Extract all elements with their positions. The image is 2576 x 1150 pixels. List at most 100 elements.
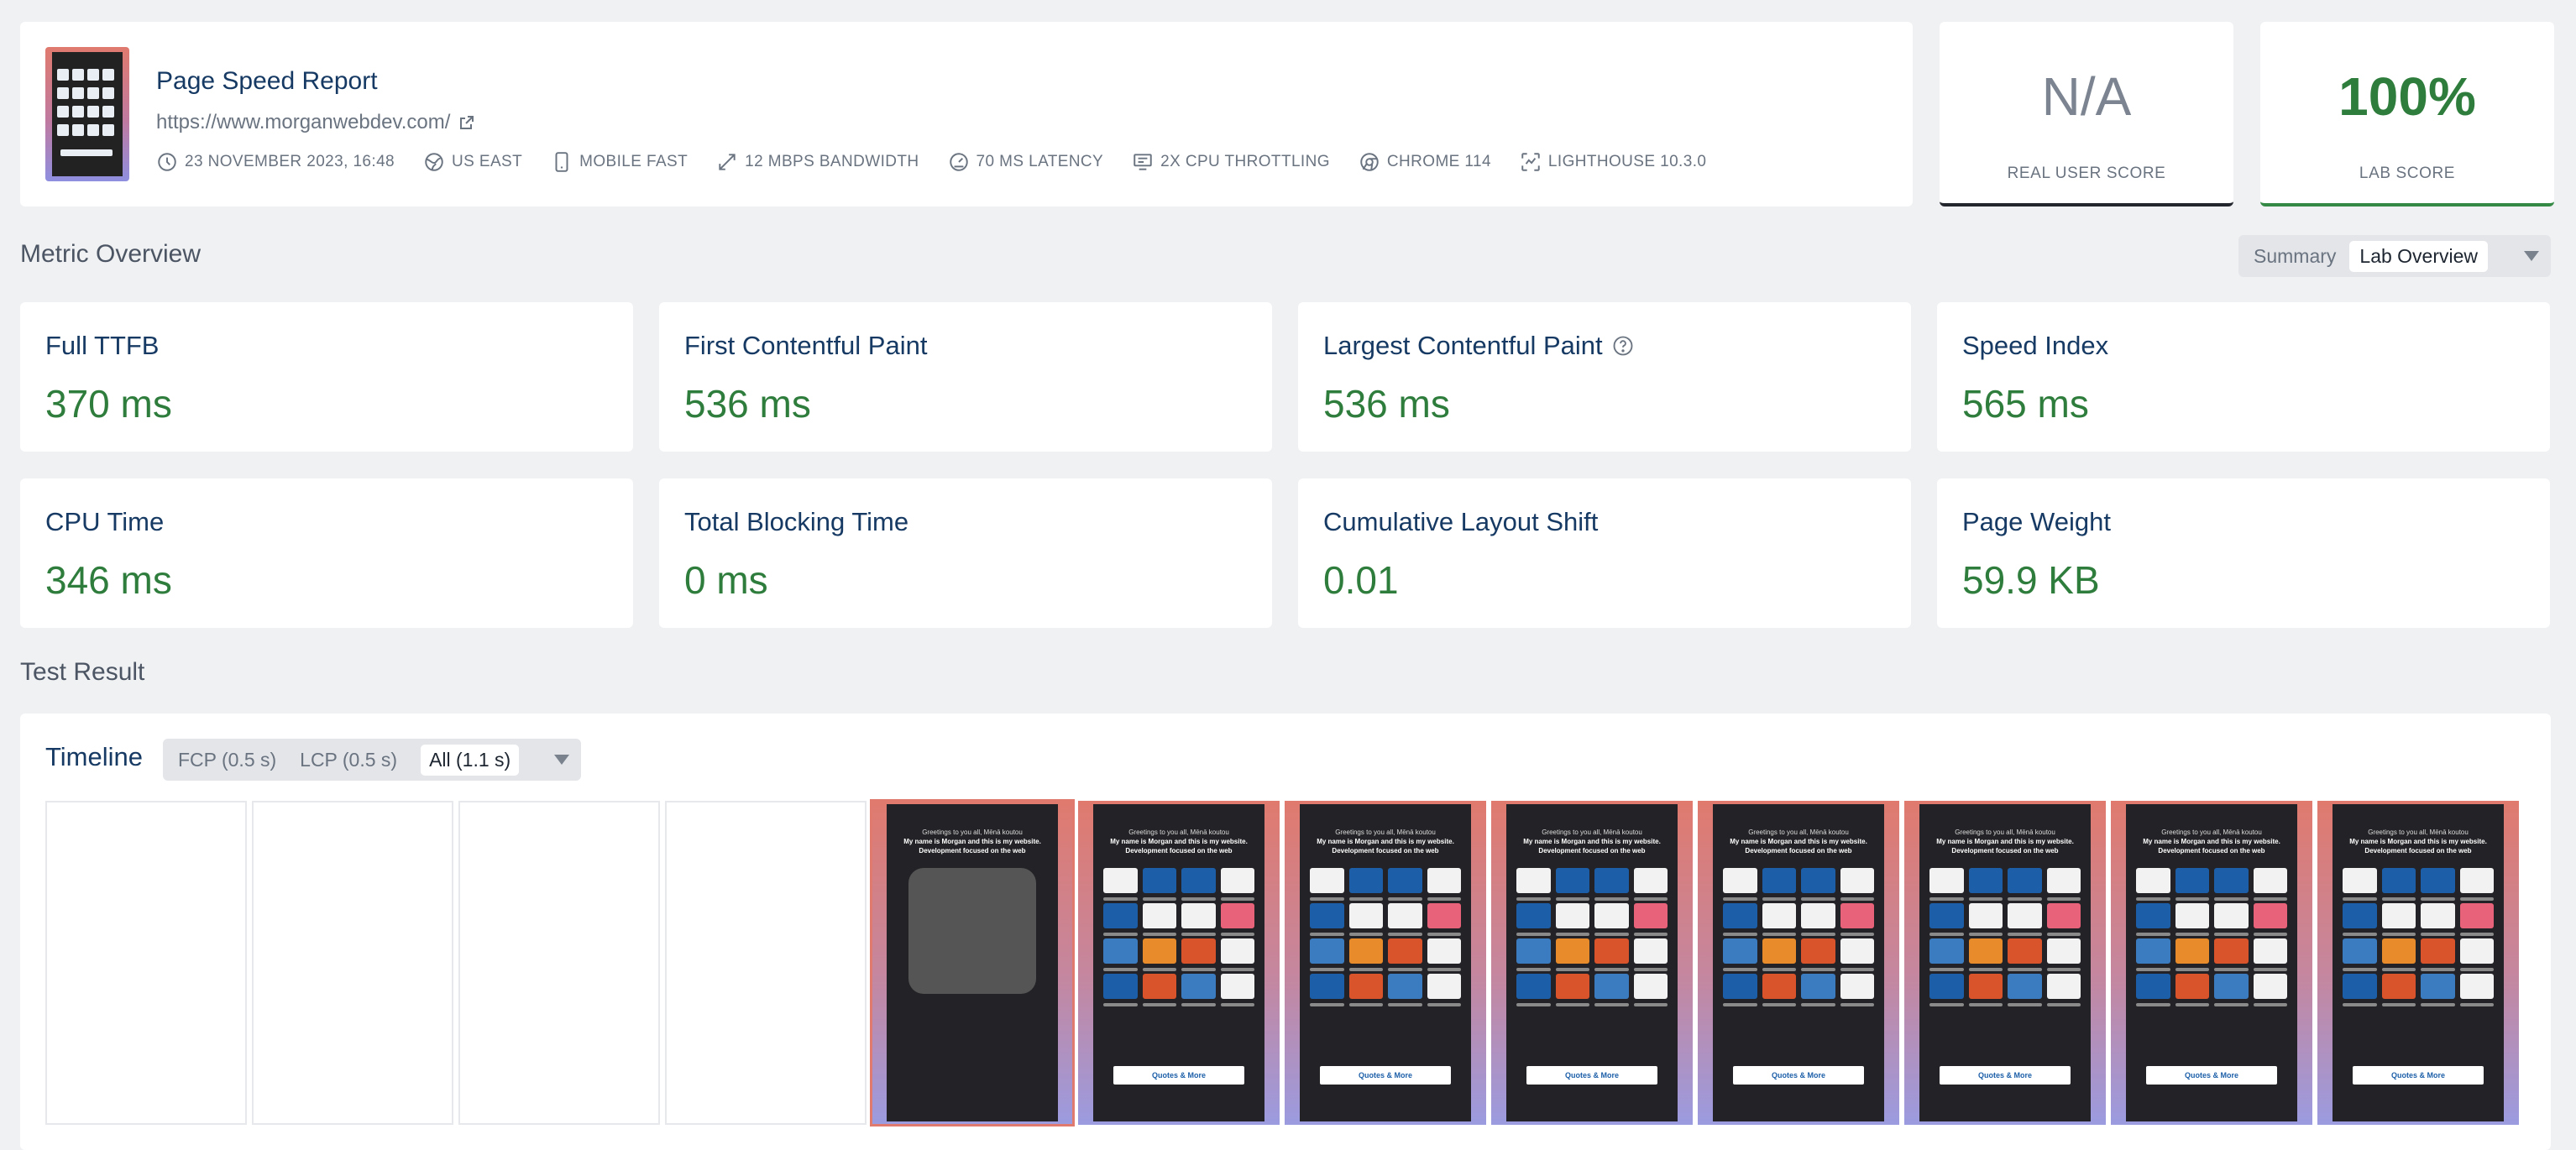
timeline-filter[interactable]: FCP (0.5 s) LCP (0.5 s) All (1.1 s) xyxy=(163,739,581,781)
frame-link-icon xyxy=(2046,938,2081,971)
globe-icon xyxy=(425,153,443,171)
frame-link-icon xyxy=(1762,903,1796,936)
frame-link-icon xyxy=(1103,974,1138,1006)
frame-link-icon xyxy=(1181,974,1216,1006)
toggle-summary[interactable]: Summary xyxy=(2254,245,2336,268)
cpu-icon xyxy=(1134,154,1152,170)
help-icon[interactable] xyxy=(1611,334,1635,358)
metric-label: First Contentful Paint xyxy=(684,331,928,360)
frame-link-icon xyxy=(2175,903,2209,936)
metric-value: 0.01 xyxy=(1323,558,1399,602)
report-title: Page Speed Report xyxy=(156,67,378,95)
test-result-card: Timeline FCP (0.5 s) LCP (0.5 s) All (1.… xyxy=(20,714,2551,1150)
frame-headline-text: My name is Morgan and this is my website… xyxy=(2349,838,2487,855)
frame-icon-grid xyxy=(1103,868,1254,1006)
frame-link-icon xyxy=(1594,974,1629,1006)
filmstrip-frame[interactable]: Greetings to you all, Mēnā koutou My name… xyxy=(1904,801,2106,1125)
frame-headline-text: My name is Morgan and this is my website… xyxy=(1730,838,1867,855)
metric-label: Page Weight xyxy=(1962,507,2111,536)
frame-link-icon xyxy=(2459,938,2494,971)
view-toggle[interactable]: Summary Lab Overview xyxy=(2238,235,2551,277)
toggle-lab-overview[interactable]: Lab Overview xyxy=(2349,240,2489,272)
frame-link-icon xyxy=(1427,974,1461,1006)
filmstrip-frame[interactable]: Greetings to you all, Mēnā koutou My name… xyxy=(1078,801,1280,1125)
report-url[interactable]: https://www.morganwebdev.com/ xyxy=(156,111,450,134)
frame-link-icon xyxy=(2046,903,2081,936)
frame-link-icon xyxy=(2136,938,2170,971)
frame-link-icon xyxy=(1968,974,2003,1006)
frame-link-icon xyxy=(1633,903,1668,936)
chrome-icon xyxy=(1360,153,1379,171)
filmstrip-frame[interactable]: Greetings to you all, Mēnā koutou My name… xyxy=(870,799,1075,1126)
frame-link-icon xyxy=(2008,974,2042,1006)
frame-link-icon xyxy=(1181,903,1216,936)
frame-link-icon xyxy=(2421,868,2455,901)
metric-label-row: Largest Contentful Paint xyxy=(1323,331,1635,361)
metric-value: 565 ms xyxy=(1962,382,2089,426)
frame-headline-text: My name is Morgan and this is my website… xyxy=(1110,838,1248,855)
frame-link-icon xyxy=(2008,938,2042,971)
chevron-down-icon[interactable] xyxy=(2524,251,2539,261)
filter-all[interactable]: All (1.1 s) xyxy=(421,744,520,776)
frame-link-icon xyxy=(2421,974,2455,1006)
report-url-link[interactable]: https://www.morganwebdev.com/ xyxy=(156,111,475,134)
lab-score-label: LAB SCORE xyxy=(2359,165,2456,182)
filmstrip-frame[interactable]: Greetings to you all, Mēnā koutou My name… xyxy=(1285,801,1486,1125)
frame-link-icon xyxy=(1427,938,1461,971)
filmstrip-frame[interactable]: Greetings to you all, Mēnā koutou My name… xyxy=(1698,801,1899,1125)
external-link-icon[interactable] xyxy=(458,114,475,131)
filmstrip-frame[interactable]: Greetings to you all, Mēnā koutou My name… xyxy=(2317,801,2519,1125)
chevron-down-icon[interactable] xyxy=(554,755,569,765)
filmstrip-frame[interactable] xyxy=(665,801,867,1125)
frame-link-icon xyxy=(1723,974,1757,1006)
frame-link-icon xyxy=(1427,903,1461,936)
frame-screenshot: Greetings to you all, Mēnā koutou My name… xyxy=(1093,804,1264,1121)
filter-lcp[interactable]: LCP (0.5 s) xyxy=(300,749,397,771)
frame-screenshot: Greetings to you all, Mēnā koutou My name… xyxy=(1919,804,2091,1121)
filmstrip-frame[interactable] xyxy=(458,801,660,1125)
filmstrip-frame[interactable]: Greetings to you all, Mēnā koutou My name… xyxy=(2111,801,2312,1125)
frame-greeting: Greetings to you all, Mēnā koutou My name… xyxy=(1919,828,2091,855)
filmstrip-frame[interactable] xyxy=(252,801,453,1125)
frame-link-icon xyxy=(1142,974,1176,1006)
frame-link-icon xyxy=(2459,868,2494,901)
frame-greeting-text: Greetings to you all, Mēnā koutou xyxy=(2368,829,2469,836)
frame-link-icon xyxy=(1968,868,2003,901)
frame-link-icon xyxy=(2214,938,2249,971)
frame-icon-grid xyxy=(1723,868,1874,1006)
frame-link-icon xyxy=(1348,903,1383,936)
frame-link-icon xyxy=(2343,974,2377,1006)
frame-link-icon xyxy=(1555,974,1589,1006)
frame-placeholder xyxy=(908,868,1036,994)
filmstrip-frame[interactable] xyxy=(45,801,247,1125)
frame-link-icon xyxy=(1762,974,1796,1006)
meta-latency: 70 MS LATENCY xyxy=(948,151,1104,173)
frame-link-icon xyxy=(2008,903,2042,936)
frame-link-icon xyxy=(2421,903,2455,936)
frame-link-icon xyxy=(1348,974,1383,1006)
frame-link-icon xyxy=(2175,974,2209,1006)
frame-greeting: Greetings to you all, Mēnā koutou My name… xyxy=(1300,828,1471,855)
frame-greeting-text: Greetings to you all, Mēnā koutou xyxy=(1128,829,1229,836)
filmstrip-frame[interactable]: Greetings to you all, Mēnā koutou My name… xyxy=(1491,801,1693,1125)
metric-card-full-ttfb: Full TTFB 370 ms xyxy=(20,302,633,452)
frame-link-icon xyxy=(1388,938,1422,971)
filter-fcp[interactable]: FCP (0.5 s) xyxy=(178,749,276,771)
frame-screenshot: Greetings to you all, Mēnā koutou My name… xyxy=(2333,804,2504,1121)
frame-headline-text: My name is Morgan and this is my website… xyxy=(903,838,1041,855)
frame-link-icon xyxy=(1840,974,1874,1006)
frame-link-icon xyxy=(2046,974,2081,1006)
frame-link-icon xyxy=(1310,868,1344,901)
frame-headline-text: My name is Morgan and this is my website… xyxy=(1936,838,2074,855)
meta-lighthouse: LIGHTHOUSE 10.3.0 xyxy=(1520,151,1706,173)
metric-card-lcp: Largest Contentful Paint 536 ms xyxy=(1298,302,1911,452)
frame-link-icon xyxy=(1103,903,1138,936)
frame-link-icon xyxy=(1840,868,1874,901)
frame-quotes-button: Quotes & More xyxy=(1940,1066,2071,1085)
frame-link-icon xyxy=(1310,938,1344,971)
timeline-label: Timeline xyxy=(45,742,143,771)
frame-link-icon xyxy=(1840,938,1874,971)
real-user-score-label: REAL USER SCORE xyxy=(2007,165,2166,182)
frame-link-icon xyxy=(1103,868,1138,901)
frame-link-icon xyxy=(1968,938,2003,971)
